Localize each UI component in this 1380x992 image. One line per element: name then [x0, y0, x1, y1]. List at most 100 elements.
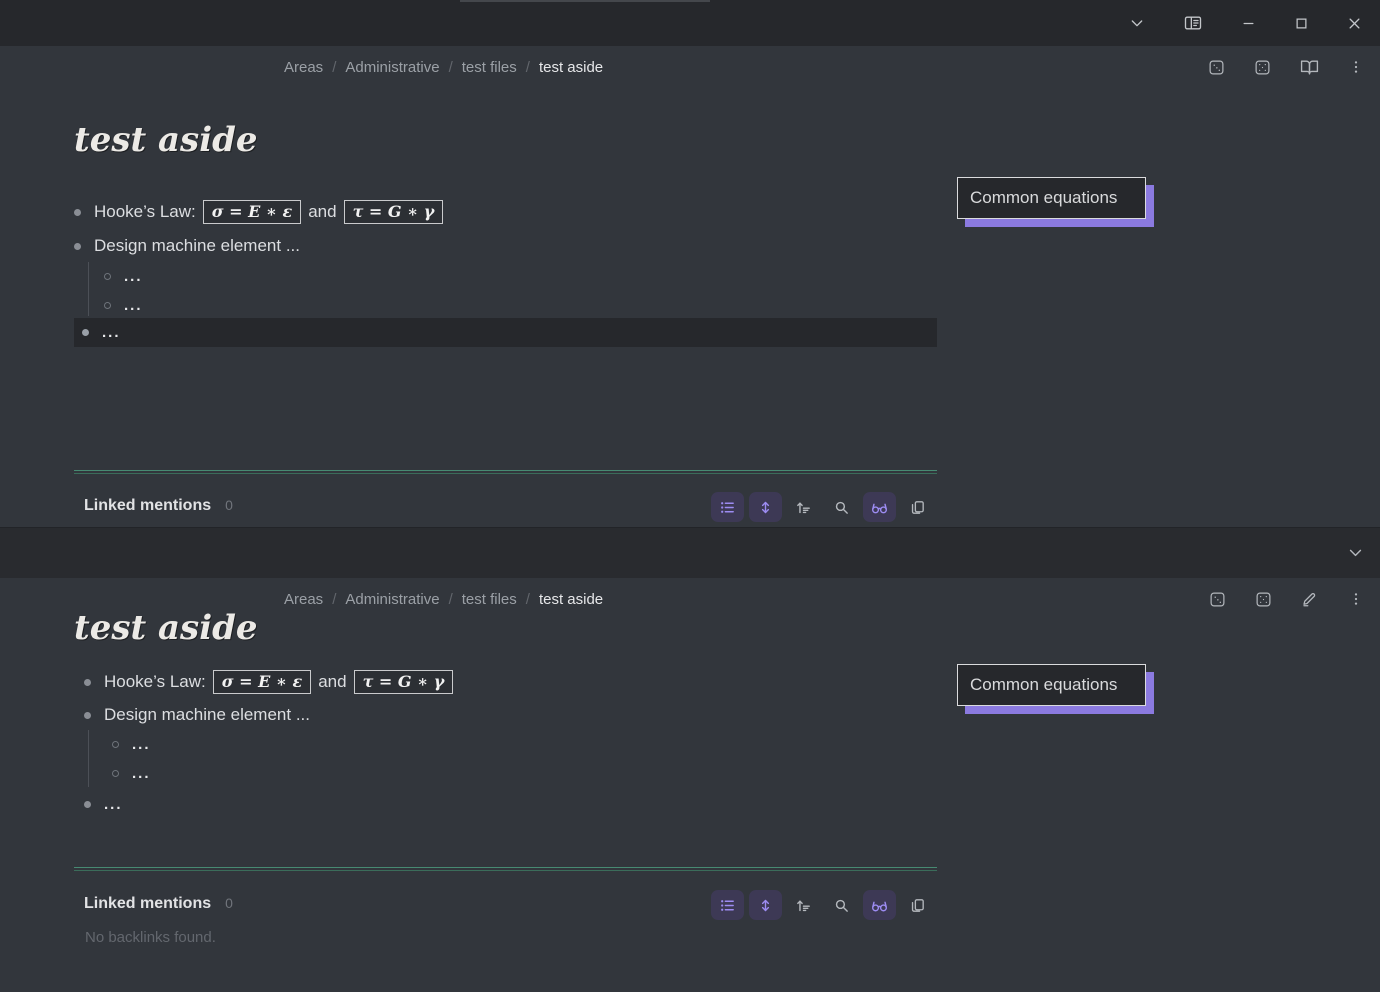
- bullet-icon: [82, 329, 89, 336]
- breadcrumb-item-current[interactable]: test aside: [539, 591, 603, 608]
- linked-mentions-toolbar: [711, 890, 934, 920]
- bulleted-list-icon[interactable]: [711, 890, 744, 920]
- list-item[interactable]: Hooke’s Law: σ = E ∗ ε and τ = G ∗ γ: [84, 670, 460, 694]
- breadcrumb-item[interactable]: test files: [462, 591, 517, 608]
- breadcrumb: Areas / Administrative / test files / te…: [284, 578, 603, 620]
- close-button[interactable]: [1343, 12, 1366, 35]
- dotted-square-icon[interactable]: [1253, 589, 1274, 610]
- list-item-text: ...: [132, 736, 151, 753]
- more-options-icon[interactable]: [1346, 589, 1366, 609]
- note-title: test aside: [74, 608, 258, 648]
- linked-mentions-count: 0: [225, 895, 233, 911]
- list-subitem: ...: [104, 268, 143, 285]
- breadcrumb: Areas / Administrative / test files / te…: [284, 46, 603, 88]
- backlinks-divider: [74, 470, 937, 474]
- list-item: Hooke’s Law: σ = E ∗ ε and τ = G ∗ γ: [74, 200, 450, 224]
- linked-mentions-header[interactable]: Linked mentions 0: [84, 895, 233, 913]
- no-backlinks-message: No backlinks found.: [85, 929, 216, 946]
- breadcrumb-item[interactable]: Administrative: [345, 59, 439, 76]
- list-item[interactable]: Design machine element ...: [84, 705, 310, 725]
- list-item-text: ...: [124, 268, 143, 285]
- dice-icon[interactable]: [1206, 57, 1227, 78]
- breadcrumb-separator: /: [526, 59, 530, 76]
- note-title: test aside: [74, 120, 258, 160]
- show-context-glasses-icon[interactable]: [863, 890, 896, 920]
- linked-mentions-toolbar: [711, 492, 934, 522]
- breadcrumb-separator: /: [332, 591, 336, 608]
- bullet-icon: [84, 679, 91, 686]
- pane1-header: Areas / Administrative / test files / te…: [0, 46, 1380, 88]
- chevron-down-icon[interactable]: [1347, 544, 1364, 561]
- breadcrumb-separator: /: [449, 59, 453, 76]
- reading-mode-book-icon[interactable]: [1298, 56, 1321, 79]
- copy-icon[interactable]: [901, 890, 934, 920]
- list-item: Design machine element ...: [74, 236, 300, 256]
- edit-mode-pencil-icon[interactable]: [1299, 588, 1321, 610]
- pane-separator[interactable]: [0, 527, 1380, 578]
- list-item-text: and: [308, 202, 336, 222]
- linked-mentions-label: Linked mentions: [84, 895, 211, 913]
- expand-vertical-icon[interactable]: [749, 492, 782, 522]
- indent-guide: [88, 730, 89, 787]
- math-equation[interactable]: τ = G ∗ γ: [354, 670, 454, 694]
- linked-mentions-count: 0: [225, 497, 233, 513]
- bullet-icon: [74, 209, 81, 216]
- copy-icon[interactable]: [901, 492, 934, 522]
- backlinks-divider: [74, 867, 937, 871]
- tab-indicator: [460, 0, 710, 2]
- breadcrumb-separator: /: [526, 591, 530, 608]
- math-equation[interactable]: σ = E ∗ ε: [213, 670, 311, 694]
- sort-order-icon[interactable]: [787, 492, 820, 522]
- indent-guide: [88, 262, 89, 316]
- breadcrumb-separator: /: [332, 59, 336, 76]
- maximize-button[interactable]: [1290, 12, 1313, 35]
- breadcrumb-item[interactable]: Areas: [284, 591, 323, 608]
- aside-label: Common equations: [970, 675, 1117, 695]
- show-context-glasses-icon[interactable]: [863, 492, 896, 522]
- aside-common-equations[interactable]: Common equations: [957, 664, 1146, 706]
- hollow-bullet-icon: [104, 302, 111, 309]
- search-icon[interactable]: [825, 890, 858, 920]
- list-item-text: Design machine element ...: [94, 236, 300, 256]
- list-item-text: Hooke’s Law:: [94, 202, 196, 222]
- breadcrumb-item[interactable]: test files: [462, 59, 517, 76]
- bullet-icon: [84, 712, 91, 719]
- math-equation[interactable]: σ = E ∗ ε: [203, 200, 301, 224]
- breadcrumb-item[interactable]: Areas: [284, 59, 323, 76]
- more-options-icon[interactable]: [1346, 57, 1366, 77]
- list-item-text: Hooke’s Law:: [104, 672, 206, 692]
- minimize-button[interactable]: [1237, 12, 1260, 35]
- linked-mentions-header[interactable]: Linked mentions 0: [84, 497, 233, 515]
- list-subitem: ...: [104, 297, 143, 314]
- hollow-bullet-icon: [112, 741, 119, 748]
- bullet-icon: [84, 801, 91, 808]
- list-item-text: ...: [104, 796, 123, 813]
- list-item-text: ...: [102, 324, 121, 341]
- linked-mentions-label: Linked mentions: [84, 497, 211, 515]
- list-item-text: Design machine element ...: [104, 705, 310, 725]
- list-item-text: ...: [124, 297, 143, 314]
- search-icon[interactable]: [825, 492, 858, 522]
- list-subitem[interactable]: ...: [112, 736, 151, 753]
- list-item-text: ...: [132, 765, 151, 782]
- breadcrumb-separator: /: [449, 591, 453, 608]
- bulleted-list-icon[interactable]: [711, 492, 744, 522]
- aside-label: Common equations: [970, 188, 1117, 208]
- aside-common-equations[interactable]: Common equations: [957, 177, 1146, 219]
- list-item-text: and: [318, 672, 346, 692]
- window-titlebar: [0, 0, 1380, 46]
- sort-order-icon[interactable]: [787, 890, 820, 920]
- chevron-down-icon[interactable]: [1125, 11, 1149, 35]
- breadcrumb-item[interactable]: Administrative: [345, 591, 439, 608]
- list-subitem[interactable]: ...: [112, 765, 151, 782]
- hollow-bullet-icon: [104, 273, 111, 280]
- highlighted-list-item[interactable]: ...: [74, 318, 937, 347]
- sidebar-layout-icon[interactable]: [1179, 9, 1207, 37]
- dice-icon[interactable]: [1207, 589, 1228, 610]
- bullet-icon: [74, 243, 81, 250]
- expand-vertical-icon[interactable]: [749, 890, 782, 920]
- breadcrumb-item-current[interactable]: test aside: [539, 59, 603, 76]
- list-item[interactable]: ...: [84, 796, 123, 813]
- math-equation[interactable]: τ = G ∗ γ: [344, 200, 444, 224]
- dotted-square-icon[interactable]: [1252, 57, 1273, 78]
